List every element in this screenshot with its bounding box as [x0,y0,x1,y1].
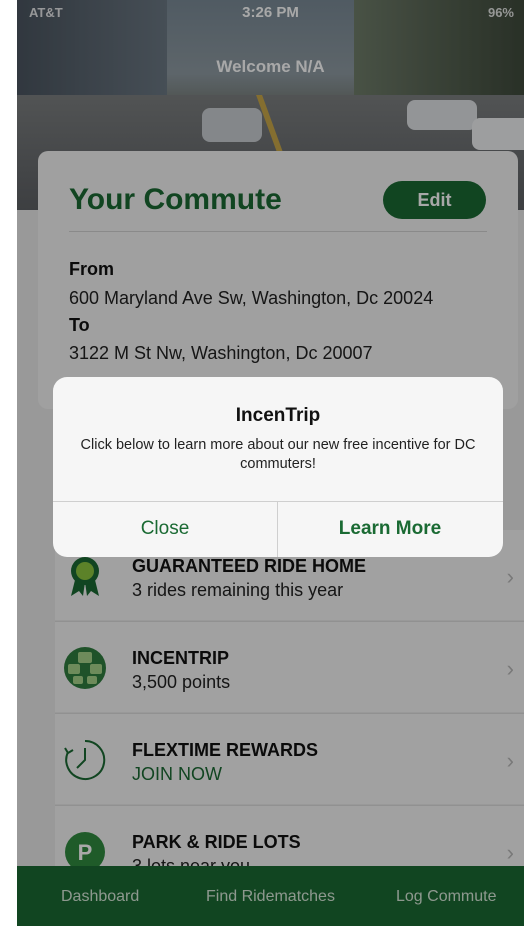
learn-more-button[interactable]: Learn More [278,501,502,557]
alert-message: Click below to learn more about our new … [80,437,476,472]
alert-title: IncenTrip [235,405,321,426]
incentrip-alert: IncenTrip Click below to learn more abou… [53,377,503,557]
close-button[interactable]: Close [53,501,277,557]
